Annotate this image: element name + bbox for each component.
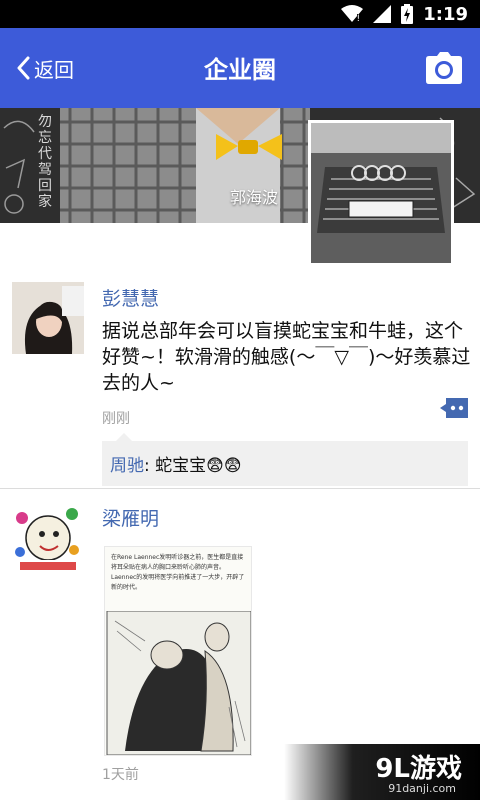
camera-button[interactable] bbox=[426, 52, 462, 84]
post-divider bbox=[0, 488, 480, 489]
profile-avatar[interactable] bbox=[308, 120, 454, 266]
app-bar: 返回 企业圈 bbox=[0, 28, 480, 108]
car-photo bbox=[311, 123, 451, 263]
avatar[interactable] bbox=[12, 282, 84, 354]
cover-username: 郭海波 bbox=[230, 188, 279, 207]
signal-icon bbox=[373, 5, 392, 23]
watermark-brand: 9L游戏 bbox=[375, 754, 462, 784]
wifi-icon: ! bbox=[341, 5, 364, 23]
illustration bbox=[106, 611, 251, 755]
comment-icon bbox=[440, 398, 468, 418]
avatar-photo bbox=[12, 282, 84, 354]
feed: 彭慧慧 据说总部年会可以盲摸蛇宝宝和牛蛙，这个好赞~！软滑滑的触感(～￣▽￣)～… bbox=[0, 270, 480, 783]
page-title: 企业圈 bbox=[204, 56, 276, 84]
avatar[interactable] bbox=[12, 502, 84, 574]
comment-button[interactable] bbox=[440, 398, 468, 420]
status-icons: ! 1:19 bbox=[341, 2, 468, 26]
comment-text: 蛇宝宝😨😨 bbox=[155, 456, 242, 476]
svg-text:!: ! bbox=[357, 14, 361, 23]
post-time: 1天前 bbox=[102, 767, 139, 783]
watermark: 9L游戏 91danji.com bbox=[284, 744, 480, 800]
comment-author[interactable]: 周驰 bbox=[110, 456, 144, 476]
post-content: 据说总部年会可以盲摸蛇宝宝和牛蛙，这个好赞~！软滑滑的触感(～￣▽￣)～好羡慕过… bbox=[102, 320, 471, 394]
post-time: 刚刚 bbox=[102, 411, 130, 427]
post-author[interactable]: 彭慧慧 bbox=[102, 284, 159, 311]
comment-pointer bbox=[116, 433, 132, 441]
avatar-cartoon bbox=[12, 502, 84, 574]
cover-chalk-text: 勿忘代驾回家 bbox=[38, 114, 52, 210]
post-item: 彭慧慧 据说总部年会可以盲摸蛇宝宝和牛蛙，这个好赞~！软滑滑的触感(～￣▽￣)～… bbox=[0, 270, 480, 488]
watermark-site: 91danji.com bbox=[388, 782, 456, 795]
comment-item[interactable]: 周驰: 蛇宝宝😨😨 bbox=[102, 441, 468, 486]
post-image[interactable]: 在Rene Laennec发明听诊器之前，医生都是直接将耳朵贴在病人的胸口来聆听… bbox=[104, 546, 252, 756]
clock: 1:19 bbox=[423, 3, 468, 25]
battery-charging-icon bbox=[401, 4, 414, 24]
camera-icon bbox=[426, 52, 462, 84]
comment-separator: : bbox=[144, 456, 156, 476]
status-bar: ! 1:19 bbox=[0, 0, 480, 28]
post-author[interactable]: 梁雁明 bbox=[102, 504, 159, 531]
comment-list: 周驰: 蛇宝宝😨😨 bbox=[102, 433, 468, 486]
post-image-caption: 在Rene Laennec发明听诊器之前，医生都是直接将耳朵贴在病人的胸口来聆听… bbox=[111, 554, 245, 591]
